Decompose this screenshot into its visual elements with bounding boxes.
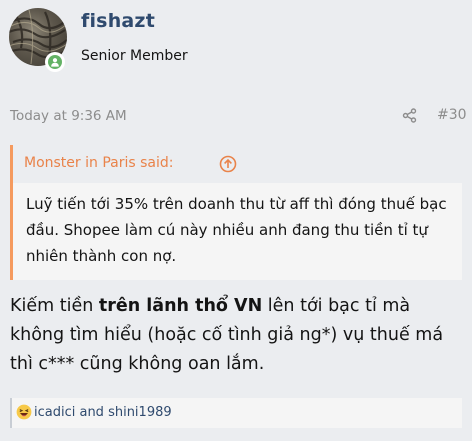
message-bold-text: trên lãnh thổ VN (98, 296, 263, 316)
message-text-start: Kiếm tiền (10, 296, 99, 316)
arrow-up-circle-icon[interactable] (219, 155, 237, 173)
post-meta-bar: Today at 9:36 AM #30 (0, 92, 472, 136)
user-title: Senior Member (81, 48, 188, 64)
post-message: Kiếm tiền trên lãnh thổ VN lên tới bạc t… (10, 292, 466, 379)
user-icon (51, 58, 59, 67)
post-number-link[interactable]: #30 (437, 107, 467, 123)
post-user-header: fishazt Senior Member (0, 0, 472, 93)
quote-block: Monster in Paris said: Luỹ tiến tới 35% … (10, 145, 462, 280)
online-status-badge (45, 52, 65, 72)
post-timestamp[interactable]: Today at 9:36 AM (10, 108, 127, 124)
haha-reaction-icon[interactable] (16, 404, 32, 420)
reaction-users-link[interactable]: icadici and shini1989 (34, 405, 172, 420)
quote-header: Monster in Paris said: (13, 145, 462, 183)
share-icon[interactable] (402, 108, 417, 123)
quote-text: Luỹ tiến tới 35% trên doanh thu từ aff t… (26, 195, 447, 265)
quote-author-link[interactable]: Monster in Paris said: (24, 155, 173, 171)
username[interactable]: fishazt (81, 10, 155, 32)
reactions-bar: icadici and shini1989 (10, 398, 462, 428)
